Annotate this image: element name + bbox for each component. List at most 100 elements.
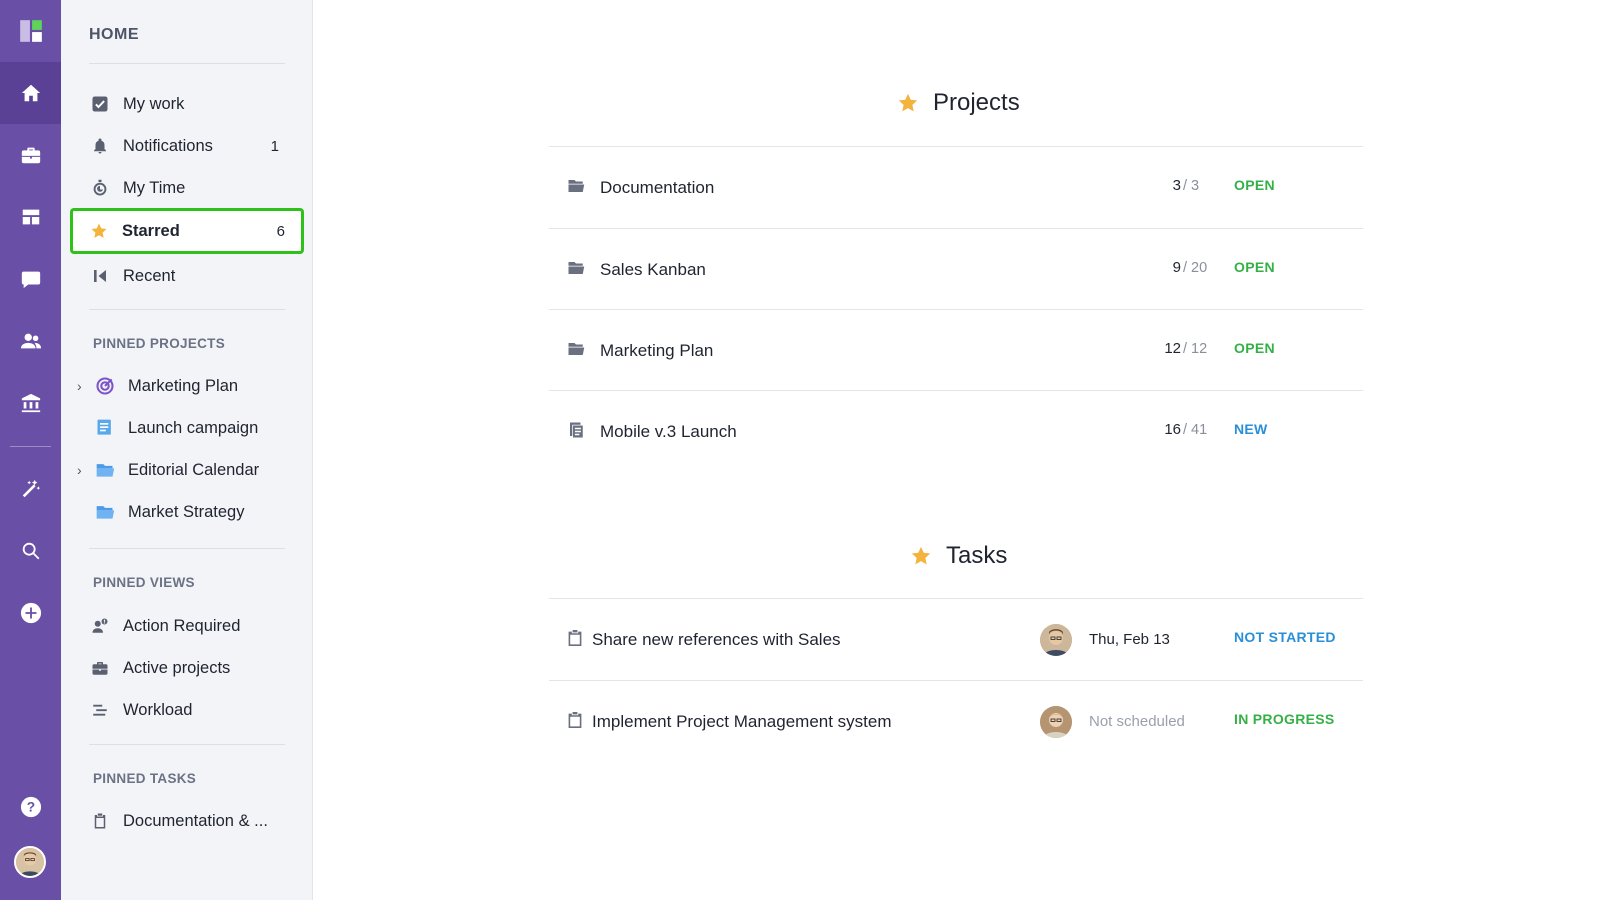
clipboard-icon [567,629,583,647]
stopwatch-icon [91,179,109,197]
tasks-title-text: Tasks [946,542,1008,569]
icon-rail: ? [0,0,61,900]
pinned-views-heading: PINNED VIEWS [93,575,195,590]
project-row-documentation[interactable]: Documentation 3 / 3 OPEN [549,147,1363,227]
status-badge: OPEN [1234,340,1275,356]
sidebar-divider [89,744,285,745]
project-name: Documentation [600,178,715,197]
chat-icon[interactable] [0,248,61,310]
bank-icon[interactable] [0,372,61,434]
pinned-project-launch-campaign[interactable]: Launch campaign [77,408,299,448]
help-icon[interactable]: ? [0,776,61,838]
project-row-marketing-plan[interactable]: Marketing Plan 12 / 12 OPEN [549,310,1363,390]
project-done-count: 16 [1164,421,1181,438]
pinned-project-market-strategy[interactable]: Market Strategy [77,492,299,532]
projects-title-text: Projects [933,89,1020,116]
task-date: Not scheduled [1089,713,1185,730]
project-name: Marketing Plan [600,341,714,360]
sidebar-item-recent[interactable]: Recent [71,256,293,296]
status-badge: NOT STARTED [1234,629,1336,645]
star-icon [910,545,932,567]
main-content: Projects Documentation 3 / 3 OPEN Sales … [313,0,1600,900]
pinned-tasks-heading: PINNED TASKS [93,771,197,786]
pinned-view-label: Action Required [123,616,241,635]
avatar[interactable] [1040,624,1072,656]
pinned-view-label: Workload [123,700,193,719]
checkbox-icon [91,95,109,113]
sidebar-item-label: My Time [123,178,186,197]
chevron-right-icon[interactable]: › [77,462,87,478]
project-total-count: / 20 [1183,260,1208,276]
folder-icon [95,460,115,480]
star-icon [897,92,919,114]
recent-icon [91,267,109,285]
sidebar-divider [89,548,285,549]
sidebar-divider [89,309,285,310]
pinned-view-action-required[interactable]: Action Required [71,606,293,646]
dashboard-icon[interactable] [0,186,61,248]
sidebar-item-my-work[interactable]: My work [71,84,293,124]
project-done-count: 9 [1172,259,1181,276]
project-row-mobile-launch[interactable]: Mobile v.3 Launch 16 / 41 NEW [549,391,1363,471]
bell-icon [91,137,109,155]
pinned-project-editorial-calendar[interactable]: › Editorial Calendar [77,450,299,490]
avatar[interactable] [14,846,46,878]
people-icon[interactable] [0,310,61,372]
user-alert-icon [91,617,109,635]
sidebar-item-label: My work [123,94,185,113]
task-row-share-references[interactable]: Share new references with Sales Thu, Feb… [549,599,1363,679]
task-name: Share new references with Sales [592,630,841,649]
sidebar-item-label: Recent [123,266,176,285]
pinned-project-label: Marketing Plan [128,376,239,395]
sidebar-item-starred[interactable]: Starred 6 [70,208,304,254]
project-row-sales-kanban[interactable]: Sales Kanban 9 / 20 OPEN [549,229,1363,309]
pinned-project-label: Editorial Calendar [128,460,260,479]
pinned-view-label: Active projects [123,658,231,677]
sidebar-home-heading: HOME [89,26,139,43]
star-icon [90,222,108,240]
notification-count: 1 [270,137,279,155]
pinned-project-label: Launch campaign [128,418,259,437]
sidebar-item-label: Starred [122,221,180,240]
logo-icon[interactable] [0,0,61,62]
status-badge: IN PROGRESS [1234,711,1335,727]
project-name: Sales Kanban [600,260,706,279]
list-icon [567,421,585,439]
search-icon[interactable] [0,520,61,582]
project-total-count: / 3 [1183,178,1200,194]
project-total-count: / 12 [1183,341,1208,357]
pinned-project-label: Market Strategy [128,502,245,521]
target-icon [95,376,115,396]
pinned-projects-heading: PINNED PROJECTS [93,336,226,351]
sidebar-item-notifications[interactable]: Notifications 1 [71,126,293,166]
folder-icon [95,502,115,522]
folder-icon [567,340,585,358]
pinned-view-active-projects[interactable]: Active projects [71,648,293,688]
status-badge: NEW [1234,421,1268,437]
status-badge: OPEN [1234,177,1275,193]
sidebar-divider [89,63,285,64]
magic-wand-icon[interactable] [0,458,61,520]
project-total-count: / 41 [1183,422,1208,438]
folder-icon [567,177,585,195]
task-date: Thu, Feb 13 [1089,631,1170,648]
pinned-task-documentation[interactable]: Documentation & ... [71,801,293,841]
starred-count: 6 [276,222,285,240]
pinned-view-workload[interactable]: Workload [71,690,293,730]
bars-icon [91,701,109,719]
briefcase-icon[interactable] [0,124,61,186]
home-icon[interactable] [0,62,61,124]
clipboard-icon [91,812,109,830]
project-name: Mobile v.3 Launch [600,422,737,441]
status-badge: OPEN [1234,259,1275,275]
pinned-project-marketing-plan[interactable]: › Marketing Plan [77,366,299,406]
project-done-count: 12 [1164,340,1181,357]
briefcase-icon [91,659,109,677]
projects-section-title: Projects [897,89,1020,117]
sidebar-item-my-time[interactable]: My Time [71,168,293,208]
svg-text:?: ? [26,800,34,815]
task-row-implement-pm-system[interactable]: Implement Project Management system Not … [549,681,1363,761]
plus-circle-icon[interactable] [0,582,61,644]
chevron-right-icon[interactable]: › [77,378,87,394]
avatar[interactable] [1040,706,1072,738]
